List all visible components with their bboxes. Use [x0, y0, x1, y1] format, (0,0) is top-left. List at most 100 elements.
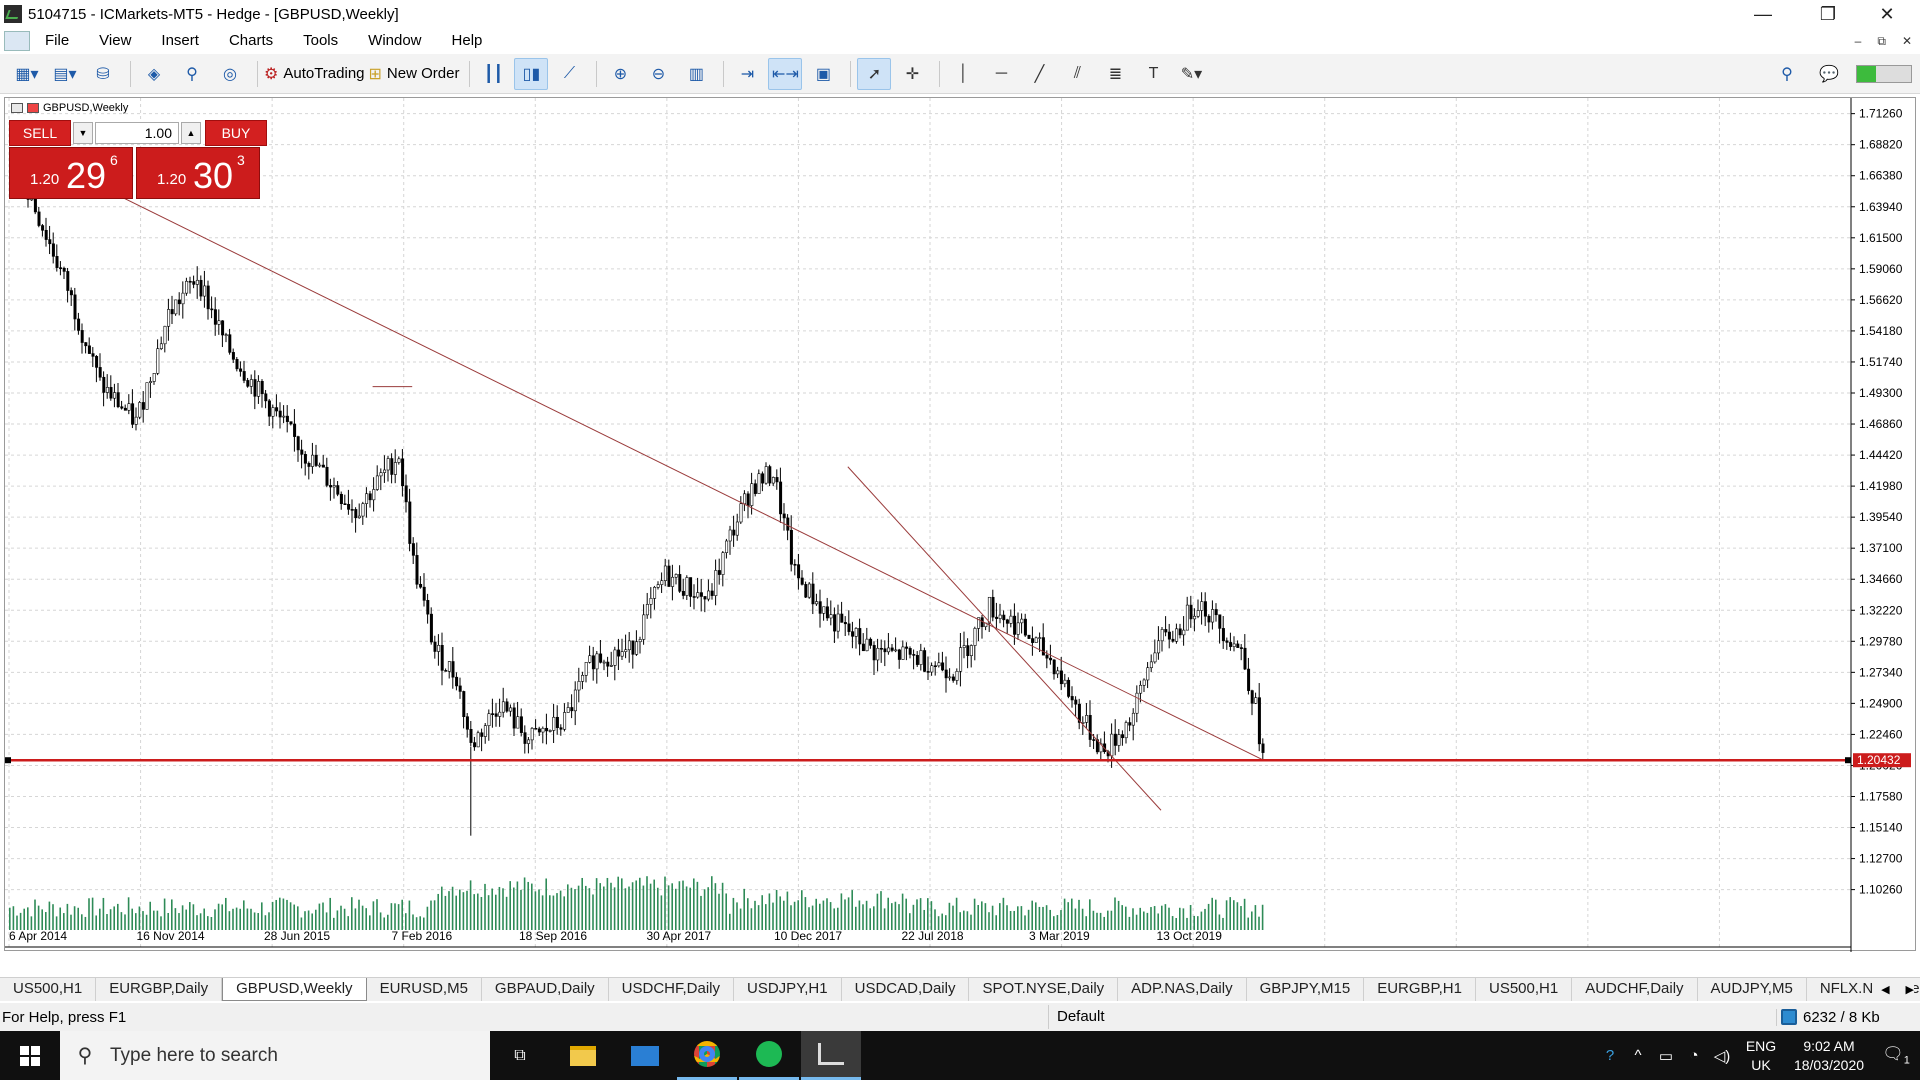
chart-tab[interactable]: GBPUSD,Weekly: [222, 978, 367, 1001]
chat-icon[interactable]: 💬: [1812, 58, 1846, 90]
menu-charts[interactable]: Charts: [214, 28, 288, 54]
volume-bar: [394, 903, 396, 930]
search-icon[interactable]: ⚲: [1770, 58, 1804, 90]
file-explorer-icon[interactable]: [553, 1031, 613, 1080]
chart-window[interactable]: 1.71260 1.68820 1.66380 1.63940 1.61500 1.590…: [4, 97, 1917, 952]
volume-bar: [1078, 899, 1080, 930]
cursor-icon[interactable]: ➚: [857, 57, 892, 90]
clock[interactable]: 9:02 AM 18/03/2020: [1786, 1037, 1872, 1075]
chart-tab[interactable]: GBPJPY,M15: [1247, 978, 1365, 1001]
volume-bar: [1261, 904, 1264, 930]
candlestick-chart-icon[interactable]: ▯▮: [514, 57, 549, 90]
autoscroll-icon[interactable]: ⇥: [730, 58, 764, 90]
menu-help[interactable]: Help: [437, 28, 498, 54]
menu-file[interactable]: File: [30, 28, 84, 54]
menu-tools[interactable]: Tools: [288, 28, 353, 54]
help-icon[interactable]: ?: [1596, 1047, 1624, 1064]
chart-tab[interactable]: US500,H1: [1476, 978, 1573, 1001]
menu-view[interactable]: View: [84, 28, 146, 54]
sell-price-box[interactable]: 1.20 29 6: [9, 147, 133, 199]
tab-scroll-left-icon[interactable]: ◀: [1881, 983, 1889, 996]
vertical-line-icon[interactable]: │: [946, 58, 980, 90]
chart-tab[interactable]: SPOT.NYSE,Daily: [969, 978, 1119, 1001]
wifi-icon[interactable]: ◔: [1680, 1047, 1708, 1064]
candle-body: [887, 647, 891, 653]
language-indicator[interactable]: ENG UK: [1736, 1037, 1786, 1075]
bar-chart-icon[interactable]: ┃┃: [476, 58, 510, 90]
price-chart[interactable]: 1.71260 1.68820 1.66380 1.63940 1.61500 1.590…: [5, 98, 1917, 952]
task-view-icon[interactable]: ⧉: [490, 1031, 550, 1080]
chart-tab[interactable]: USDJPY,H1: [734, 978, 842, 1001]
zoom-out-icon[interactable]: ⊖: [641, 58, 675, 90]
battery-icon[interactable]: ▭: [1652, 1047, 1680, 1065]
notification-center-icon[interactable]: 🗨1: [1872, 1044, 1920, 1066]
navigator-icon[interactable]: ◈: [137, 58, 171, 90]
volume-icon[interactable]: ◁): [1708, 1047, 1736, 1065]
candle-body: [818, 601, 822, 614]
tile-windows-icon[interactable]: ▥: [679, 58, 713, 90]
horizontal-line-icon[interactable]: ─: [984, 58, 1018, 90]
zoom-in-icon[interactable]: ⊕: [603, 58, 637, 90]
chrome-icon[interactable]: [677, 1031, 737, 1080]
candle-body: [667, 565, 671, 587]
mdi-minimize-button[interactable]: –: [1855, 34, 1862, 48]
lot-size-input[interactable]: [95, 122, 179, 144]
chart-tab[interactable]: USDCHF,Daily: [609, 978, 735, 1001]
menu-window[interactable]: Window: [353, 28, 436, 54]
mail-icon[interactable]: [615, 1031, 675, 1080]
sell-button[interactable]: SELL: [9, 120, 71, 146]
chart-tab[interactable]: USDCAD,Daily: [842, 978, 970, 1001]
chart-tab[interactable]: EURGBP,H1: [1364, 978, 1476, 1001]
taskbar-search[interactable]: ⚲ Type here to search: [60, 1031, 490, 1080]
new-chart-icon[interactable]: ▦▾: [10, 58, 44, 90]
volume-bar: [347, 916, 349, 930]
show-hidden-icon[interactable]: ^: [1624, 1047, 1652, 1064]
volume-bar: [1125, 906, 1127, 930]
tab-scroll-right-icon[interactable]: ▶: [1906, 983, 1914, 996]
market-watch-icon[interactable]: ⛁: [86, 58, 120, 90]
crosshair-icon[interactable]: ✛: [895, 58, 929, 90]
chart-tab[interactable]: AUDCHF,Daily: [1572, 978, 1698, 1001]
chart-tab[interactable]: EURUSD,M5: [367, 978, 482, 1001]
chart-tab[interactable]: GBPAUD,Daily: [482, 978, 609, 1001]
menu-insert[interactable]: Insert: [146, 28, 214, 54]
equidistant-channel-icon[interactable]: ⫽: [1060, 58, 1094, 90]
volume-bar: [847, 897, 850, 930]
close-button[interactable]: ✕: [1864, 0, 1910, 28]
chart-tab[interactable]: ADP.NAS,Daily: [1118, 978, 1247, 1001]
metatrader-icon[interactable]: [801, 1031, 861, 1080]
lot-increase-button[interactable]: ▲: [181, 122, 201, 144]
chart-tab[interactable]: AUDJPY,M5: [1698, 978, 1807, 1001]
chart-properties-icon[interactable]: [27, 103, 39, 113]
profiles-icon[interactable]: ▤▾: [48, 58, 82, 90]
chart-menu-icon[interactable]: [11, 103, 23, 113]
start-button[interactable]: [0, 1031, 60, 1080]
buy-button[interactable]: BUY: [205, 120, 267, 146]
fibonacci-icon[interactable]: ≣: [1098, 58, 1132, 90]
chart-window-icon[interactable]: [4, 31, 30, 51]
chart-tab[interactable]: EURGBP,Daily: [96, 978, 223, 1001]
line-chart-icon[interactable]: ⟋: [552, 58, 586, 90]
trendline-icon[interactable]: ╱: [1022, 58, 1056, 90]
mdi-close-button[interactable]: ✕: [1902, 34, 1912, 48]
chart-tab[interactable]: US500,H1: [0, 978, 97, 1001]
chart-shift-icon[interactable]: ⇤⇥: [768, 57, 803, 90]
shapes-icon[interactable]: ✎▾: [1174, 58, 1208, 90]
data-window-icon[interactable]: ⚲: [175, 58, 209, 90]
candle-body: [671, 576, 675, 587]
spotify-icon[interactable]: [739, 1031, 799, 1080]
candle-body: [498, 711, 502, 717]
signals-icon[interactable]: ◎: [213, 58, 247, 90]
mdi-restore-button[interactable]: ⧉: [1877, 34, 1886, 49]
restore-button[interactable]: ❐: [1805, 0, 1851, 28]
text-icon[interactable]: T: [1136, 58, 1170, 90]
minimize-button[interactable]: —: [1740, 0, 1786, 28]
lot-decrease-button[interactable]: ▼: [73, 122, 93, 144]
buy-price-box[interactable]: 1.20 30 3: [136, 147, 260, 199]
volume-bar: [271, 901, 274, 930]
volume-bar: [167, 912, 169, 930]
templates-icon[interactable]: ▣: [806, 58, 840, 90]
candle-body: [1067, 679, 1071, 697]
autotrading-button[interactable]: ⚙ AutoTrading: [264, 58, 365, 90]
new-order-button[interactable]: ⊞ New Order: [369, 58, 460, 90]
